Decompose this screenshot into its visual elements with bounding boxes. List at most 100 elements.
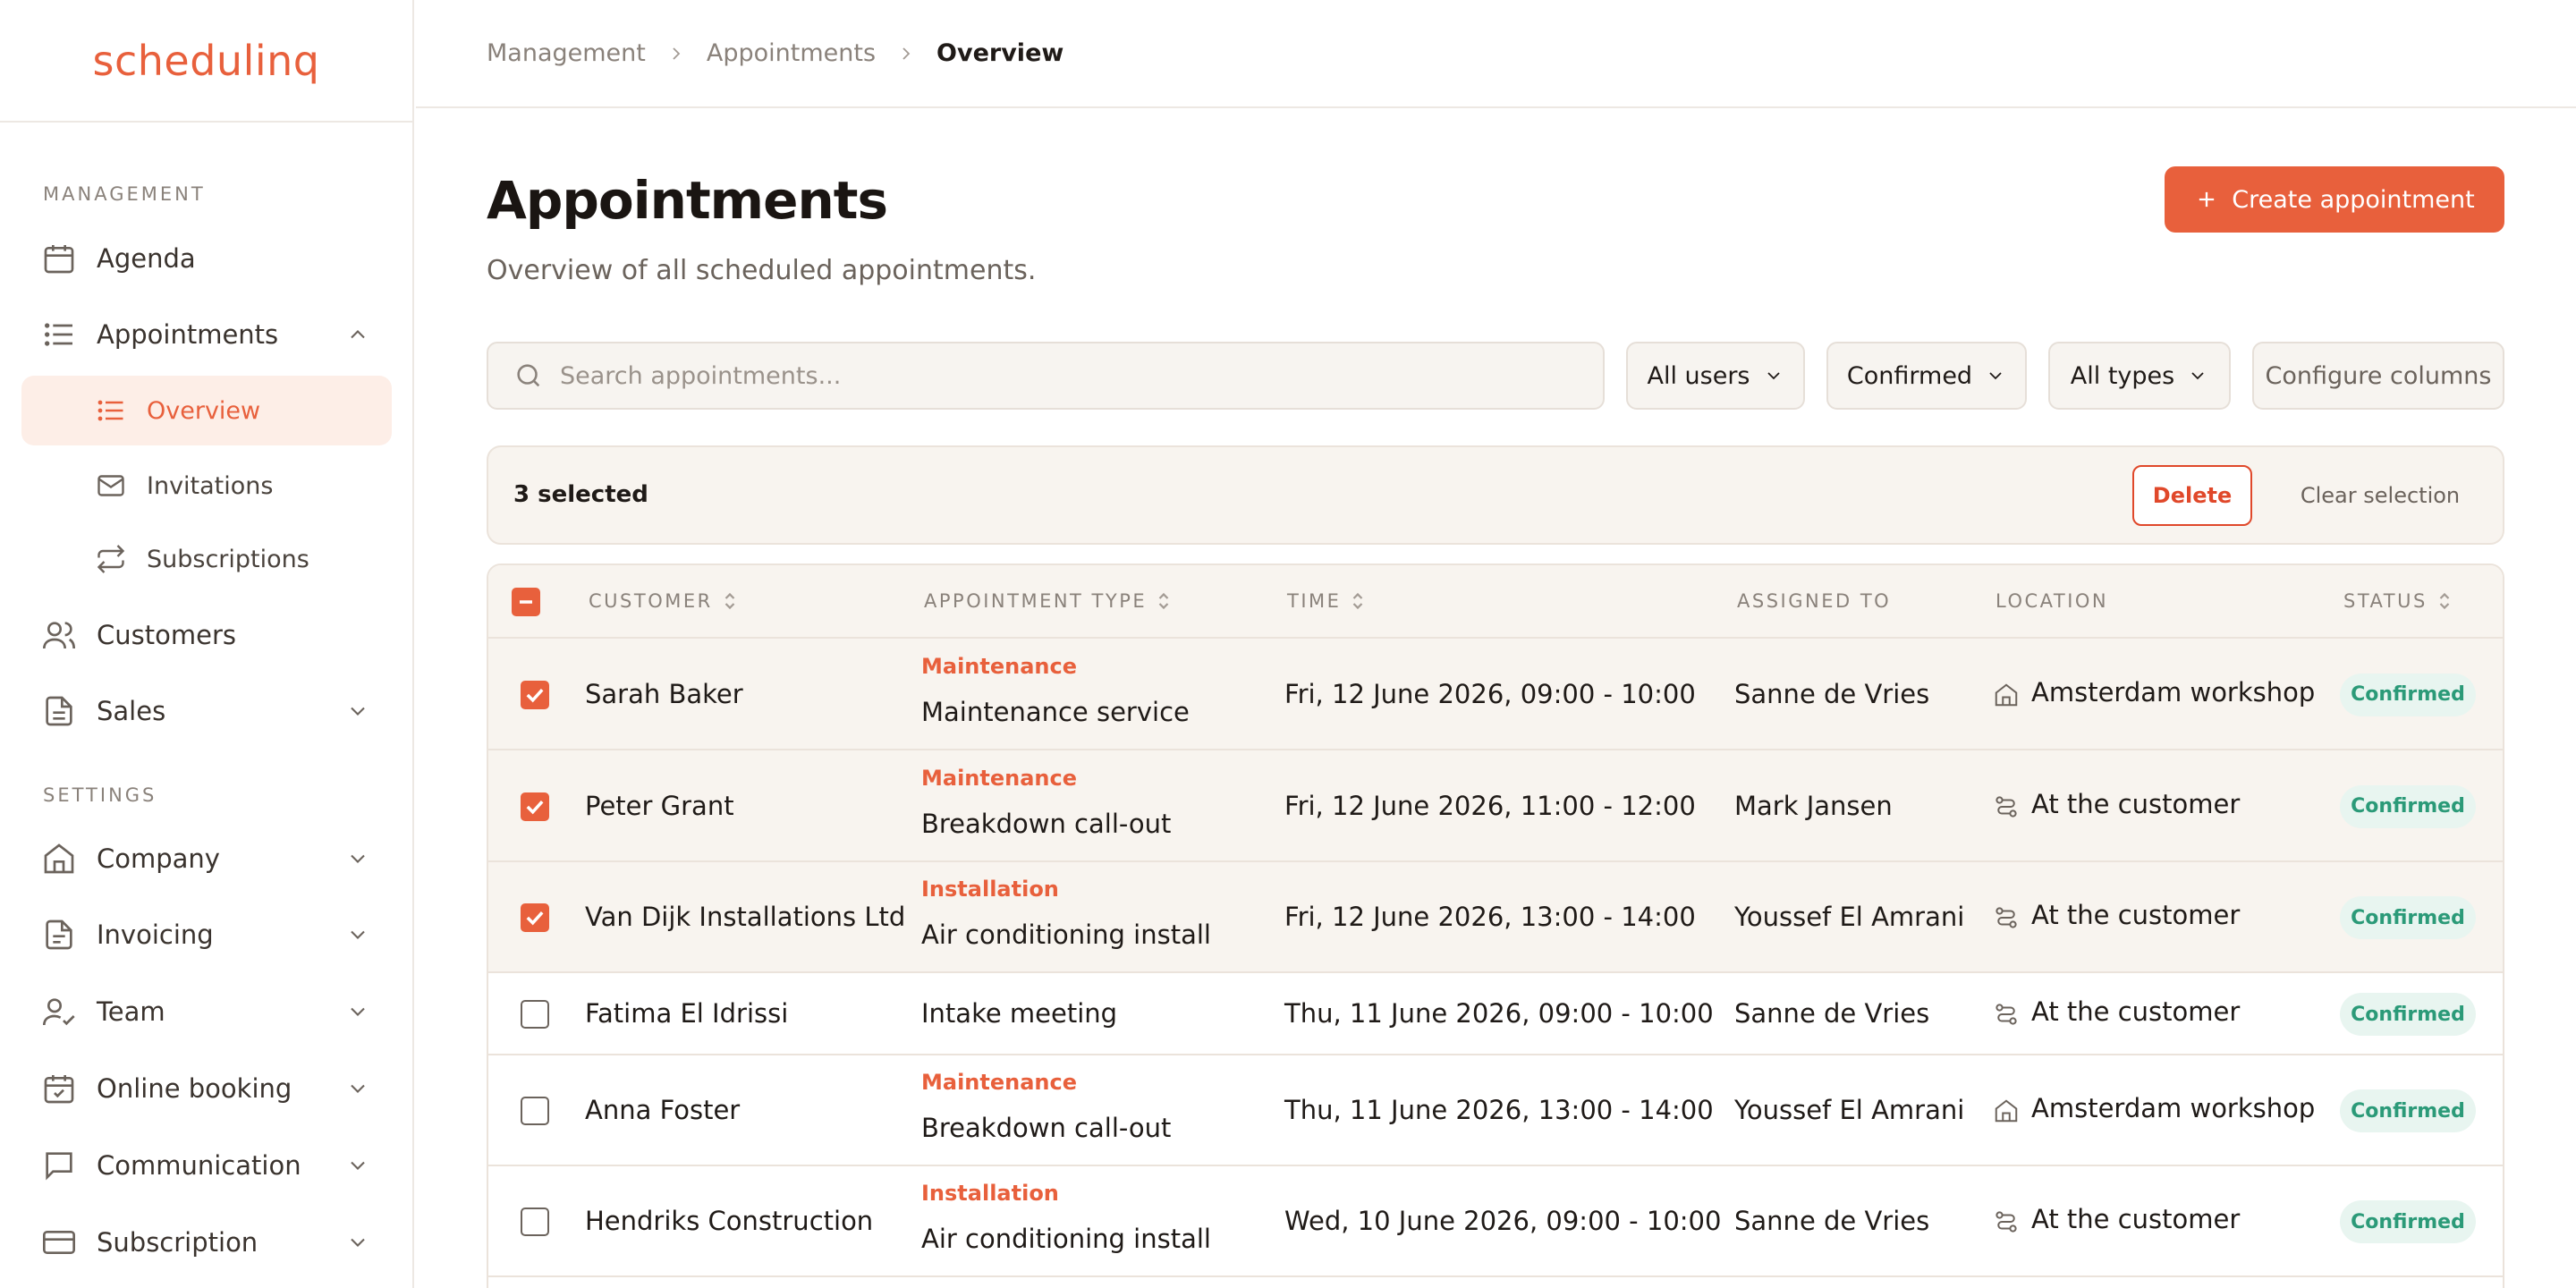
column-label: ASSIGNED TO [1737, 590, 1892, 612]
appointment-type: Air conditioning install [921, 1224, 1211, 1254]
row-checkbox[interactable] [521, 903, 549, 932]
row-checkbox[interactable] [521, 1097, 549, 1125]
table-row[interactable]: Hendriks Construction Installation Air con… [488, 1166, 2503, 1277]
table-row[interactable]: Fatima El Idrissi Intake meeting Thu, 11 J… [488, 973, 2503, 1055]
sidebar-item-company[interactable]: Company [21, 824, 392, 894]
location-name: Amsterdam workshop [2031, 1093, 2316, 1123]
sort-icon [1158, 592, 1169, 610]
customer-name[interactable]: Anna Foster [585, 1095, 740, 1125]
appointment-time: Wed, 10 June 2026, 09:00 - 10:00 [1284, 1206, 1722, 1236]
chevron-down-icon [351, 1007, 365, 1016]
location-name: Amsterdam workshop [2031, 676, 2316, 708]
customer-name[interactable]: Peter Grant [585, 791, 734, 821]
delete-button[interactable]: Delete [2132, 465, 2252, 526]
customer-name[interactable]: Fatima El Idrissi [585, 998, 788, 1029]
column-label: STATUS [2343, 590, 2428, 612]
minus-icon [520, 600, 532, 604]
row-checkbox[interactable] [521, 1000, 549, 1029]
breadcrumb-item-management[interactable]: Management [487, 39, 646, 67]
sidebar-item-appointments[interactable]: Appointments [21, 300, 392, 369]
appointment-category: Maintenance [921, 1070, 1078, 1095]
sidebar-item-communication[interactable]: Communication [21, 1131, 392, 1200]
column-time[interactable]: TIME [1287, 590, 1366, 612]
sidebar-item-label: Team [97, 996, 165, 1027]
selection-bar: 3 selected Delete Clear selection [487, 445, 2504, 545]
clear-selection-button[interactable]: Clear selection [2277, 465, 2483, 526]
route-icon [1996, 1004, 2017, 1025]
configure-columns-button[interactable]: Configure columns [2252, 342, 2504, 410]
status-badge: Confirmed [2340, 673, 2476, 716]
chat-icon [46, 1152, 72, 1181]
users-filter-label: All users [1647, 361, 1750, 390]
customer-name[interactable]: Sarah Baker [585, 679, 743, 709]
status-badge: Confirmed [2340, 1089, 2476, 1132]
list-icon [45, 323, 72, 346]
sidebar-item-invoicing[interactable]: Invoicing [21, 900, 392, 970]
status-filter[interactable]: Confirmed [1826, 342, 2027, 410]
sort-icon [724, 592, 734, 610]
plus-icon [2199, 191, 2215, 208]
customer-name[interactable]: Van Dijk Installations Ltd [585, 902, 905, 932]
sidebar-item-sales[interactable]: Sales [21, 676, 392, 746]
column-customer[interactable]: CUSTOMER [589, 590, 738, 612]
search-box [487, 342, 1605, 410]
route-icon [1996, 795, 2017, 818]
configure-columns-label: Configure columns [2265, 361, 2492, 390]
sidebar-item-online-booking[interactable]: Online booking [21, 1054, 392, 1123]
select-all-checkbox[interactable] [512, 588, 540, 616]
sidebar-item-agenda[interactable]: Agenda [21, 224, 392, 293]
breadcrumb: Management Appointments Overview [416, 0, 2576, 108]
chevron-down-icon [351, 1238, 365, 1247]
users-filter[interactable]: All users [1626, 342, 1805, 410]
document-icon [46, 696, 72, 726]
chevron-down-icon [351, 707, 365, 716]
sidebar-item-subscription[interactable]: Subscription [21, 1208, 392, 1277]
row-checkbox[interactable] [521, 680, 549, 709]
table-row[interactable]: Sarah Baker Maintenance Maintenance servic… [488, 639, 2503, 750]
app-logo[interactable]: schedulinq [0, 0, 412, 123]
section-label-management: MANAGEMENT [43, 183, 206, 205]
column-appointment-type[interactable]: APPOINTMENT TYPE [924, 590, 1172, 612]
chevron-up-icon [351, 330, 365, 339]
appointment-type: Intake meeting [921, 998, 1118, 1029]
chevron-down-icon [351, 854, 365, 863]
sidebar-item-label: Subscriptions [147, 545, 309, 573]
appointment-category: Maintenance [921, 653, 1078, 679]
sidebar-item-team[interactable]: Team [21, 977, 392, 1046]
appointment-type: Air conditioning install [921, 919, 1211, 950]
invoice-icon [46, 919, 72, 950]
calendar-check-icon [44, 1075, 74, 1104]
check-icon [526, 911, 544, 926]
row-checkbox[interactable] [521, 792, 549, 821]
assigned-user: Mark Jansen [1734, 790, 1893, 821]
check-icon [526, 688, 544, 702]
create-appointment-button[interactable]: Create appointment [2165, 166, 2504, 233]
table-row[interactable]: Anna Foster Maintenance Breakdown call-out… [488, 1055, 2503, 1166]
sidebar-item-label: Invoicing [97, 919, 214, 950]
breadcrumb-item-appointments[interactable]: Appointments [707, 39, 876, 67]
appointment-category: Maintenance [921, 765, 1078, 791]
chevron-right-icon [902, 47, 911, 60]
table-row[interactable]: Van Dijk Installations Ltd Installation Ai… [488, 862, 2503, 973]
sidebar-item-subscriptions[interactable]: Subscriptions [21, 524, 392, 594]
create-appointment-label: Create appointment [2232, 185, 2475, 214]
assigned-user: Youssef El Amrani [1734, 1095, 1965, 1125]
sidebar-item-label: Customers [97, 620, 236, 650]
column-label: CUSTOMER [589, 590, 713, 612]
table-row[interactable]: Peter Grant Maintenance Breakdown call-out… [488, 750, 2503, 862]
appointment-time: Fri, 12 June 2026, 13:00 - 14:00 [1284, 902, 1696, 932]
sidebar-item-label: Overview [147, 396, 261, 425]
sidebar-item-customers[interactable]: Customers [21, 600, 392, 670]
row-checkbox[interactable] [521, 1208, 549, 1236]
column-status[interactable]: STATUS [2343, 590, 2453, 612]
location-name: At the customer [2031, 996, 2241, 1027]
location-name: At the customer [2031, 1204, 2241, 1234]
types-filter[interactable]: All types [2048, 342, 2231, 410]
calendar-icon [44, 245, 74, 274]
sidebar-item-overview[interactable]: Overview [21, 376, 392, 445]
search-input[interactable] [560, 343, 1585, 408]
appointment-category: Installation [921, 1181, 1059, 1206]
search-icon [517, 364, 540, 387]
sidebar-item-invitations[interactable]: Invitations [21, 451, 392, 521]
customer-name[interactable]: Hendriks Construction [585, 1206, 873, 1236]
